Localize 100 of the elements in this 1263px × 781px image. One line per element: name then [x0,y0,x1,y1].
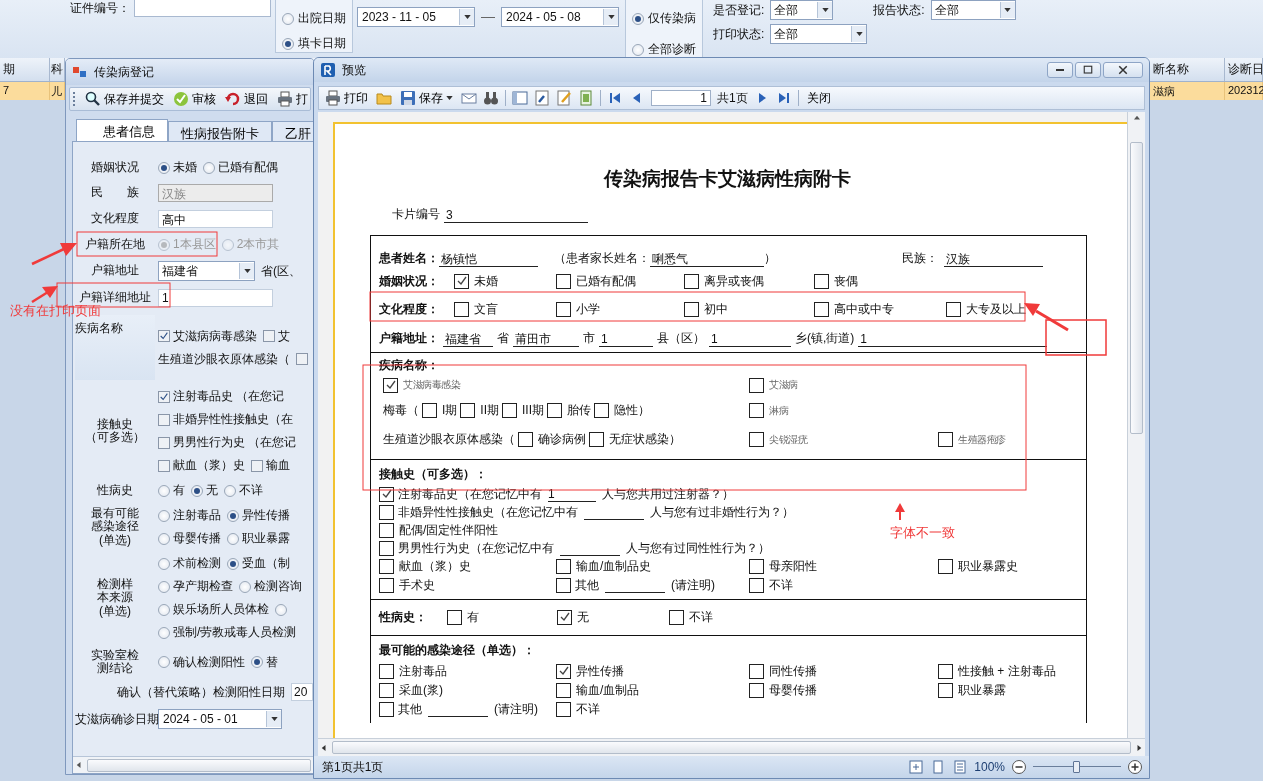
radio-button[interactable] [158,532,170,545]
close-button[interactable]: 关闭 [804,88,833,108]
text-field[interactable]: 20 [291,683,313,702]
scrollbar[interactable] [73,756,313,773]
option-label: 异性传播 [242,507,290,524]
option-label: 男男性行为史 （在您记 [173,434,297,451]
scrollbar[interactable] [1127,112,1145,738]
dropdown[interactable]: 福建省 [158,261,255,281]
text-field[interactable] [134,0,271,17]
radio-button[interactable] [282,12,294,25]
checkbox[interactable] [158,459,170,472]
option-label: 有 [467,608,479,626]
field-value: 1 [599,332,653,347]
checkbox[interactable] [158,330,170,342]
field-label: （患者家长姓名： [554,250,650,267]
radio-button[interactable] [158,656,170,669]
tab[interactable]: 患者信息 [76,119,168,141]
field-label: 市 [583,330,595,347]
option-label: 职业暴露史 [958,557,1018,575]
radio-button[interactable] [158,626,170,639]
checkbox[interactable] [158,390,170,403]
toolbar-button[interactable]: 退回 [223,89,270,109]
toolbar-button[interactable]: 打 [275,89,310,109]
field-value: 3 [444,208,588,223]
checkbox[interactable] [296,353,308,365]
fit-page-icon [908,759,925,775]
radio-button[interactable] [203,161,215,174]
radio-button[interactable] [239,580,251,593]
toolbar-button[interactable]: 审核 [171,89,218,109]
zoom-slider[interactable] [1033,761,1121,773]
field-label: 证件编号： [70,0,130,17]
column-header[interactable]: 诊断日 [1225,58,1263,81]
field-label: 报告状态: [873,1,925,19]
text-field[interactable]: 1 [158,289,273,307]
slider-thumb[interactable] [1073,761,1081,773]
radio-button[interactable] [158,603,170,616]
form-text: 生殖道沙眼衣原体感染（ [383,431,515,448]
window-title: 预览 [342,61,366,79]
close-button[interactable] [1103,62,1143,78]
checkbox[interactable] [251,459,263,472]
section-title: 最可能的感染途径（单选）： [379,643,535,657]
option-label: 人与您有过同性性行为？） [626,539,770,557]
checkbox[interactable] [158,413,170,426]
column-header[interactable]: 期 [0,58,50,81]
multi-page-icon [952,759,969,775]
radio-button[interactable] [158,509,170,522]
toolbar-button[interactable]: 保存并提交 [83,89,166,109]
radio-button[interactable] [632,12,644,25]
caret-icon [855,32,863,36]
radio-button[interactable] [158,557,170,570]
layout-icon [512,90,528,106]
page-number-field[interactable]: 1 [651,90,711,106]
option-label: 母婴传播 [173,530,221,547]
radio-button[interactable] [251,656,263,669]
text-field[interactable]: 高中 [158,210,273,228]
dropdown[interactable]: 全部 [770,24,868,44]
radio-button[interactable] [158,161,170,174]
radio-button[interactable] [224,484,236,497]
pencil-icon [556,90,572,106]
radio-button[interactable] [227,557,239,570]
radio-button[interactable] [632,43,644,56]
radio-button[interactable] [158,484,170,497]
option-label: 其他 [575,576,599,594]
checkbox[interactable] [158,436,170,449]
dropdown[interactable]: 全部 [930,0,1016,20]
zoom-out-icon [1011,759,1027,775]
caret-icon [270,717,278,722]
annotation-arrow [1024,303,1069,332]
caret-icon [1004,8,1012,12]
date-field[interactable]: 2023 - 11 - 05 [357,7,475,27]
option-label: 艾滋病病毒感染 [173,327,257,345]
scrollbar[interactable] [318,738,1145,756]
option-label: II期 [480,402,499,419]
section-title: 疾病名称： [379,358,439,372]
option-label: 文盲 [474,300,498,318]
field-label: (单选) [98,533,132,547]
dropdown[interactable]: 全部 [770,0,834,20]
radio-button[interactable] [191,484,203,497]
radio-button[interactable] [282,37,294,50]
date-field[interactable]: 2024 - 05 - 08 [501,7,619,27]
minimize-button[interactable] [1047,62,1073,78]
radio-button[interactable] [227,532,239,545]
tab[interactable]: 乙肝 [272,121,314,141]
maximize-button[interactable] [1075,62,1101,78]
option-label: 未婚 [474,272,498,290]
radio-button[interactable] [227,509,239,522]
checkbox[interactable] [263,330,275,342]
tab[interactable]: 性病报告附卡 [168,121,272,141]
field-label: 户籍地址 [90,264,140,278]
option-label: 艾滋病毒感染 [403,378,460,392]
option-label: 高中或中专 [834,300,894,318]
field-label: ） [764,250,776,267]
radio-button[interactable] [275,603,287,616]
field-value: 1 [709,332,791,347]
print-button[interactable]: 打印 [323,88,370,108]
maximize-icon [1082,64,1094,76]
save-button[interactable]: 保存 [398,88,455,108]
radio-button[interactable] [158,580,170,593]
date-field[interactable]: 2024 - 05 - 01 [158,709,282,730]
option-label: 胎传 [567,402,592,419]
